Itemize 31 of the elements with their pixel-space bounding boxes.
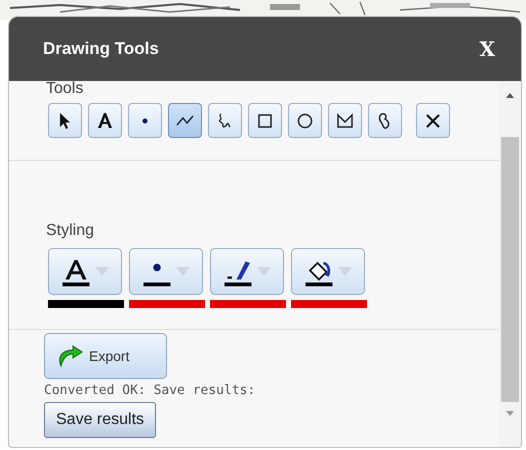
save-results-button[interactable]: Save results	[44, 402, 156, 438]
dropdown-arrow-icon	[95, 266, 109, 276]
tool-button[interactable]	[328, 103, 362, 138]
window-title: Drawing Tools	[43, 38, 159, 60]
tool-button[interactable]	[88, 103, 122, 138]
style-dropdown-button[interactable]	[129, 248, 203, 295]
tool-button[interactable]	[368, 103, 402, 138]
tool-button[interactable]	[168, 103, 202, 138]
dropdown-arrow-icon	[338, 266, 352, 276]
dropdown-arrow-icon	[257, 266, 271, 276]
style-dropdown-button[interactable]	[210, 248, 284, 295]
status-text: Converted OK: Save results:	[44, 382, 256, 400]
dot-icon	[142, 118, 148, 124]
tool-button[interactable]	[208, 103, 242, 138]
close-button[interactable]: X	[479, 34, 495, 64]
style-dropdown-button[interactable]	[48, 248, 122, 295]
tool-button[interactable]	[288, 103, 322, 138]
letter-a-icon	[95, 110, 115, 130]
polygon-icon	[335, 110, 355, 130]
tool-button[interactable]	[248, 103, 282, 138]
scroll-thumb[interactable]	[501, 137, 519, 402]
tool-button[interactable]	[48, 103, 82, 138]
tool-button[interactable]	[416, 103, 450, 138]
section-label: Tools	[46, 80, 84, 98]
dropdown-arrow-icon	[176, 266, 190, 276]
style-dropdown-button[interactable]	[291, 248, 365, 295]
section-label: Styling	[46, 221, 94, 241]
scroll-down-icon[interactable]	[506, 411, 514, 416]
scrollbar[interactable]	[499, 81, 521, 447]
export-button[interactable]: Export	[44, 333, 167, 379]
scroll-up-icon[interactable]	[506, 93, 514, 98]
